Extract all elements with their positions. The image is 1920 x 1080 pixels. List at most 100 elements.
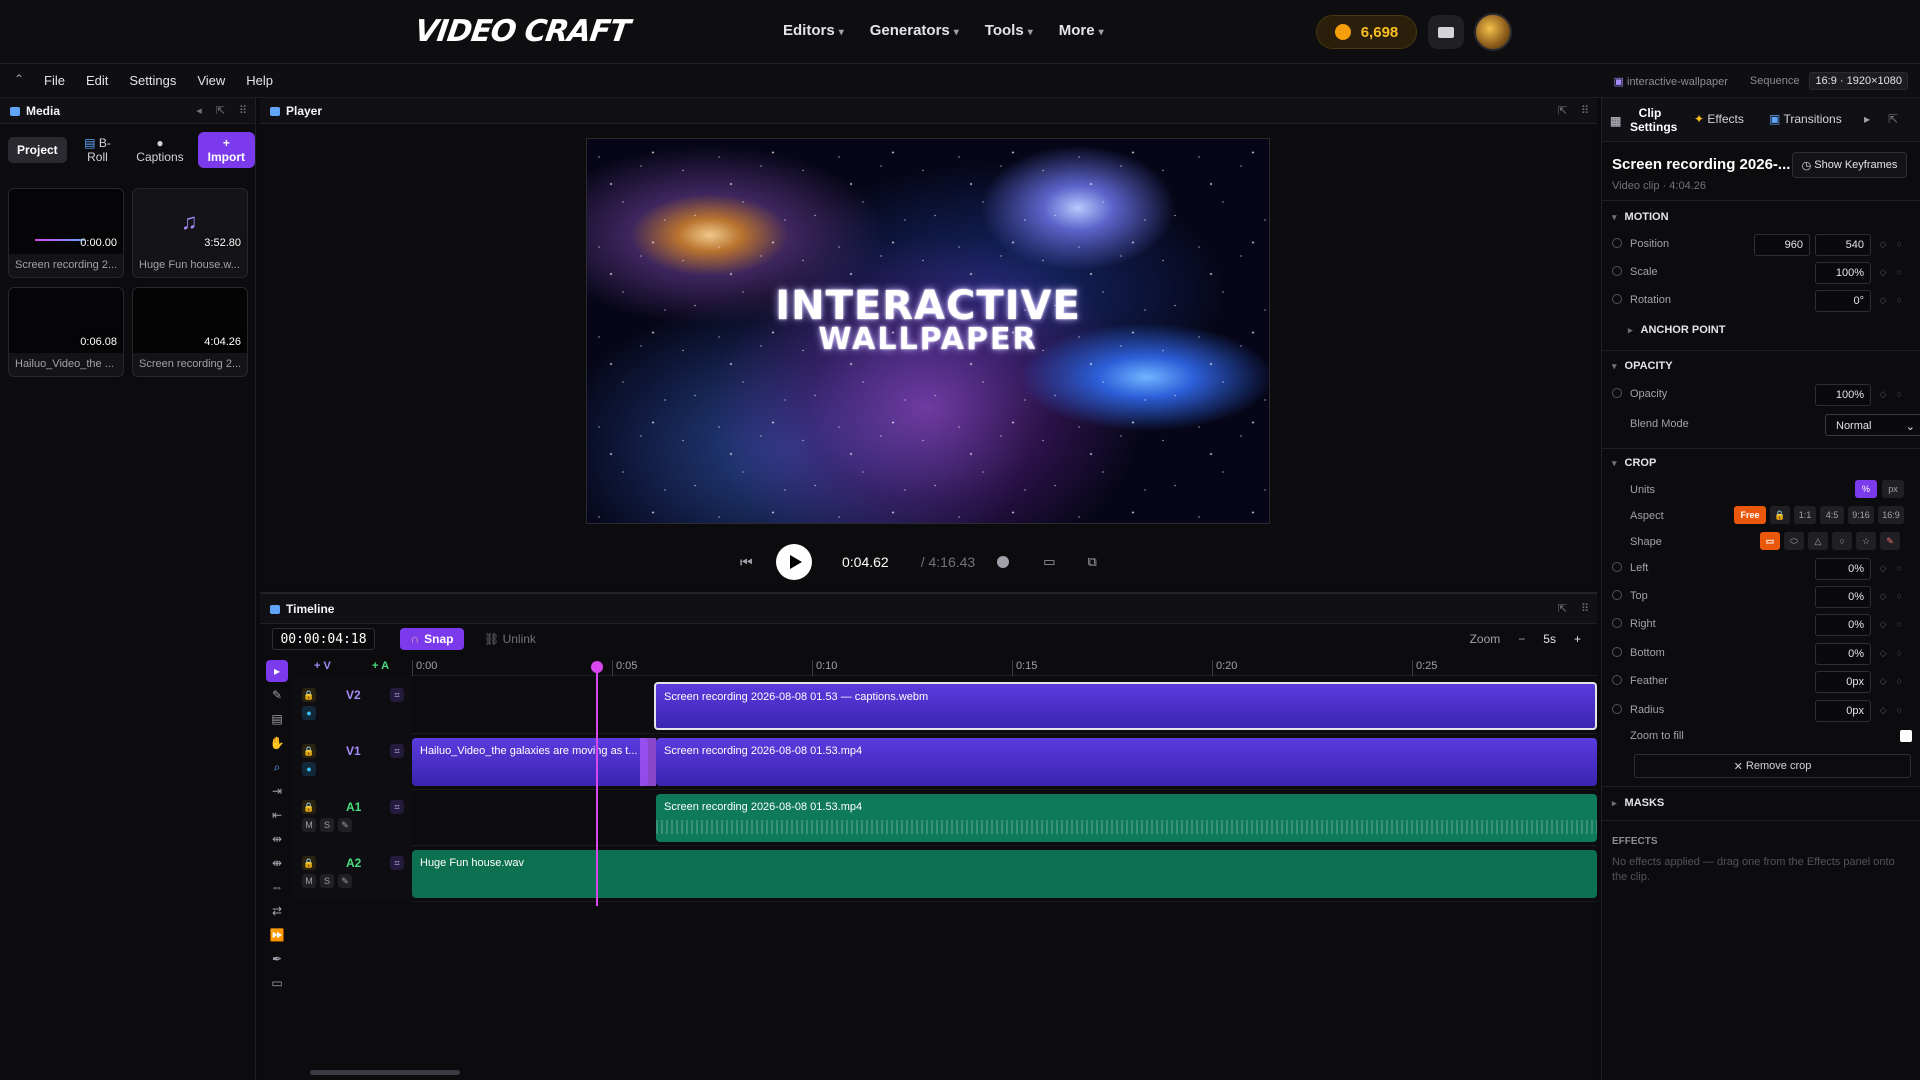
camera-icon[interactable]: ▭ xyxy=(1043,554,1055,570)
tab-project[interactable]: Project xyxy=(8,137,67,163)
menu-help[interactable]: Help xyxy=(246,73,273,88)
inbox-button[interactable] xyxy=(1428,15,1464,49)
razor-tool-icon[interactable]: ✎ xyxy=(266,684,288,706)
track-snap-icon[interactable]: ⌗ xyxy=(390,744,404,758)
lock-icon[interactable]: 🔒 xyxy=(302,800,316,814)
solo-button[interactable]: S xyxy=(320,874,334,888)
timeline-scrollbar[interactable] xyxy=(310,1070,460,1075)
drag-handle-icon[interactable]: ⠿ xyxy=(239,104,247,117)
keyframe-clock-icon[interactable] xyxy=(1612,294,1622,304)
clip-a1[interactable]: Screen recording 2026-08-08 01.53.mp4 xyxy=(656,794,1597,842)
ripple-icon[interactable]: ⇹ xyxy=(266,828,288,850)
crop-top-input[interactable]: 0% xyxy=(1815,586,1871,608)
keyframe-clock-icon[interactable] xyxy=(1612,618,1622,628)
keyframe-nav-icon[interactable]: ◇○ xyxy=(1880,563,1912,574)
aspect-16-9-button[interactable]: 16:9 xyxy=(1878,506,1904,524)
section-anchor-point[interactable]: ▸ ANCHOR POINT xyxy=(1628,324,1725,336)
keyframe-nav-icon[interactable]: ◇○ xyxy=(1880,591,1912,602)
aspect-free-button[interactable]: Free xyxy=(1734,506,1766,524)
trim-start-icon[interactable]: ⇤ xyxy=(266,804,288,826)
play-button[interactable] xyxy=(776,544,812,580)
position-y-input[interactable]: 540 xyxy=(1815,234,1871,256)
drag-handle-icon[interactable]: ⠿ xyxy=(1581,602,1589,615)
nav-editors[interactable]: Editors ▾ xyxy=(783,22,844,39)
lock-icon[interactable]: 🔒 xyxy=(302,688,316,702)
lock-icon[interactable]: 🔒 xyxy=(302,744,316,758)
menu-edit[interactable]: Edit xyxy=(86,73,108,88)
tab-clip-settings[interactable]: ▦ Clip Settings xyxy=(1610,106,1677,134)
add-audio-track-button[interactable]: + A xyxy=(372,660,389,672)
keyframe-clock-icon[interactable] xyxy=(1612,675,1622,685)
keyframe-nav-icon[interactable]: ◇○ xyxy=(1880,389,1912,400)
section-motion[interactable]: ▾ MOTION xyxy=(1612,211,1669,223)
app-logo[interactable]: VIDEO CRAFT xyxy=(413,14,632,49)
nav-more[interactable]: More ▾ xyxy=(1059,22,1104,39)
crop-right-input[interactable]: 0% xyxy=(1815,614,1871,636)
shape-ellipse-icon[interactable]: ⬭ xyxy=(1784,532,1804,550)
keyframe-clock-icon[interactable] xyxy=(1612,704,1622,714)
crop-bottom-input[interactable]: 0% xyxy=(1815,643,1871,665)
zoom-in-button[interactable]: + xyxy=(1574,632,1581,646)
keyframe-nav-icon[interactable]: ◇○ xyxy=(1880,676,1912,687)
media-item[interactable]: 0:06.08 Hailuo_Video_the ... xyxy=(8,287,124,377)
lock-icon[interactable]: 🔒 xyxy=(302,856,316,870)
aspect-9-16-button[interactable]: 9:16 xyxy=(1848,506,1874,524)
keyframe-clock-icon[interactable] xyxy=(1612,388,1622,398)
keyframe-clock-icon[interactable] xyxy=(1612,238,1622,248)
media-item[interactable]: ♫ 3:52.80 Huge Fun house.w... xyxy=(132,188,248,278)
scale-input[interactable]: 100% xyxy=(1815,262,1871,284)
tab-broll[interactable]: ▤ B-Roll xyxy=(73,132,123,168)
pop-out-icon[interactable]: ⇱ xyxy=(1558,602,1567,615)
aspect-1-1-button[interactable]: 1:1 xyxy=(1794,506,1816,524)
zoom-out-button[interactable]: − xyxy=(1518,632,1525,646)
roll-icon[interactable]: ⇼ xyxy=(266,852,288,874)
collapse-left-icon[interactable]: ◂ xyxy=(196,104,202,117)
text-tool-icon[interactable]: ▤ xyxy=(266,708,288,730)
nav-tools[interactable]: Tools ▾ xyxy=(985,22,1033,39)
snap-toggle[interactable]: ∩ Snap xyxy=(400,628,464,650)
collapse-icon[interactable]: ⌃ xyxy=(14,72,24,86)
shape-pen-icon[interactable]: ✎ xyxy=(1880,532,1900,550)
crop-left-input[interactable]: 0% xyxy=(1815,558,1871,580)
keyframe-clock-icon[interactable] xyxy=(1612,647,1622,657)
add-video-track-button[interactable]: + V xyxy=(314,660,331,672)
unit-px-button[interactable]: px xyxy=(1882,480,1904,498)
zoom-tool-icon[interactable]: ⌕ xyxy=(266,756,288,778)
aspect-4-5-button[interactable]: 4:5 xyxy=(1820,506,1844,524)
coin-balance[interactable]: 6,698 xyxy=(1316,15,1417,49)
record-icon[interactable] xyxy=(997,556,1010,568)
blend-mode-select[interactable]: Normal ⌄ xyxy=(1825,414,1920,436)
track-snap-icon[interactable]: ⌗ xyxy=(390,688,404,702)
menu-view[interactable]: View xyxy=(197,73,225,88)
mute-button[interactable]: M xyxy=(302,818,316,832)
clip-v1-hailuo[interactable]: Hailuo_Video_the galaxies are moving as … xyxy=(412,738,648,786)
section-masks[interactable]: ▸ MASKS xyxy=(1612,797,1664,809)
timecode-field[interactable]: 00:00:04:18 xyxy=(272,628,375,650)
avatar[interactable] xyxy=(1474,13,1512,51)
media-item[interactable]: 0:00.00 Screen recording 2... xyxy=(8,188,124,278)
import-button[interactable]: + Import xyxy=(197,132,255,168)
select-tool-icon[interactable]: ▸ xyxy=(266,660,288,682)
aspect-lock-icon[interactable]: 🔒 xyxy=(1770,506,1790,524)
rectangle-tool-icon[interactable]: ▭ xyxy=(266,972,288,994)
rotation-input[interactable]: 0° xyxy=(1815,290,1871,312)
project-name[interactable]: ▣ interactive-wallpaper xyxy=(1614,75,1728,88)
pop-out-icon[interactable]: ⇱ xyxy=(1558,104,1567,117)
hand-tool-icon[interactable]: ✋ xyxy=(266,732,288,754)
solo-button[interactable]: S xyxy=(320,818,334,832)
trim-end-icon[interactable]: ⇥ xyxy=(266,780,288,802)
fullscreen-icon[interactable]: ⧉ xyxy=(1088,554,1097,570)
show-keyframes-button[interactable]: ◷ Show Keyframes xyxy=(1792,152,1907,178)
track-snap-icon[interactable]: ⌗ xyxy=(390,856,404,870)
radius-input[interactable]: 0px xyxy=(1815,700,1871,722)
eye-icon[interactable]: ● xyxy=(302,706,316,720)
mic-icon[interactable]: ✎ xyxy=(338,874,352,888)
feather-input[interactable]: 0px xyxy=(1815,671,1871,693)
shape-star-icon[interactable]: ☆ xyxy=(1856,532,1876,550)
skip-back-icon[interactable]: ⏮ xyxy=(740,554,776,571)
shape-circle-icon[interactable]: ○ xyxy=(1832,532,1852,550)
menu-file[interactable]: File xyxy=(44,73,65,88)
pop-out-icon[interactable]: ⇱ xyxy=(216,104,225,117)
keyframe-nav-icon[interactable]: ◇○ xyxy=(1880,295,1912,306)
nav-generators[interactable]: Generators ▾ xyxy=(870,22,959,39)
